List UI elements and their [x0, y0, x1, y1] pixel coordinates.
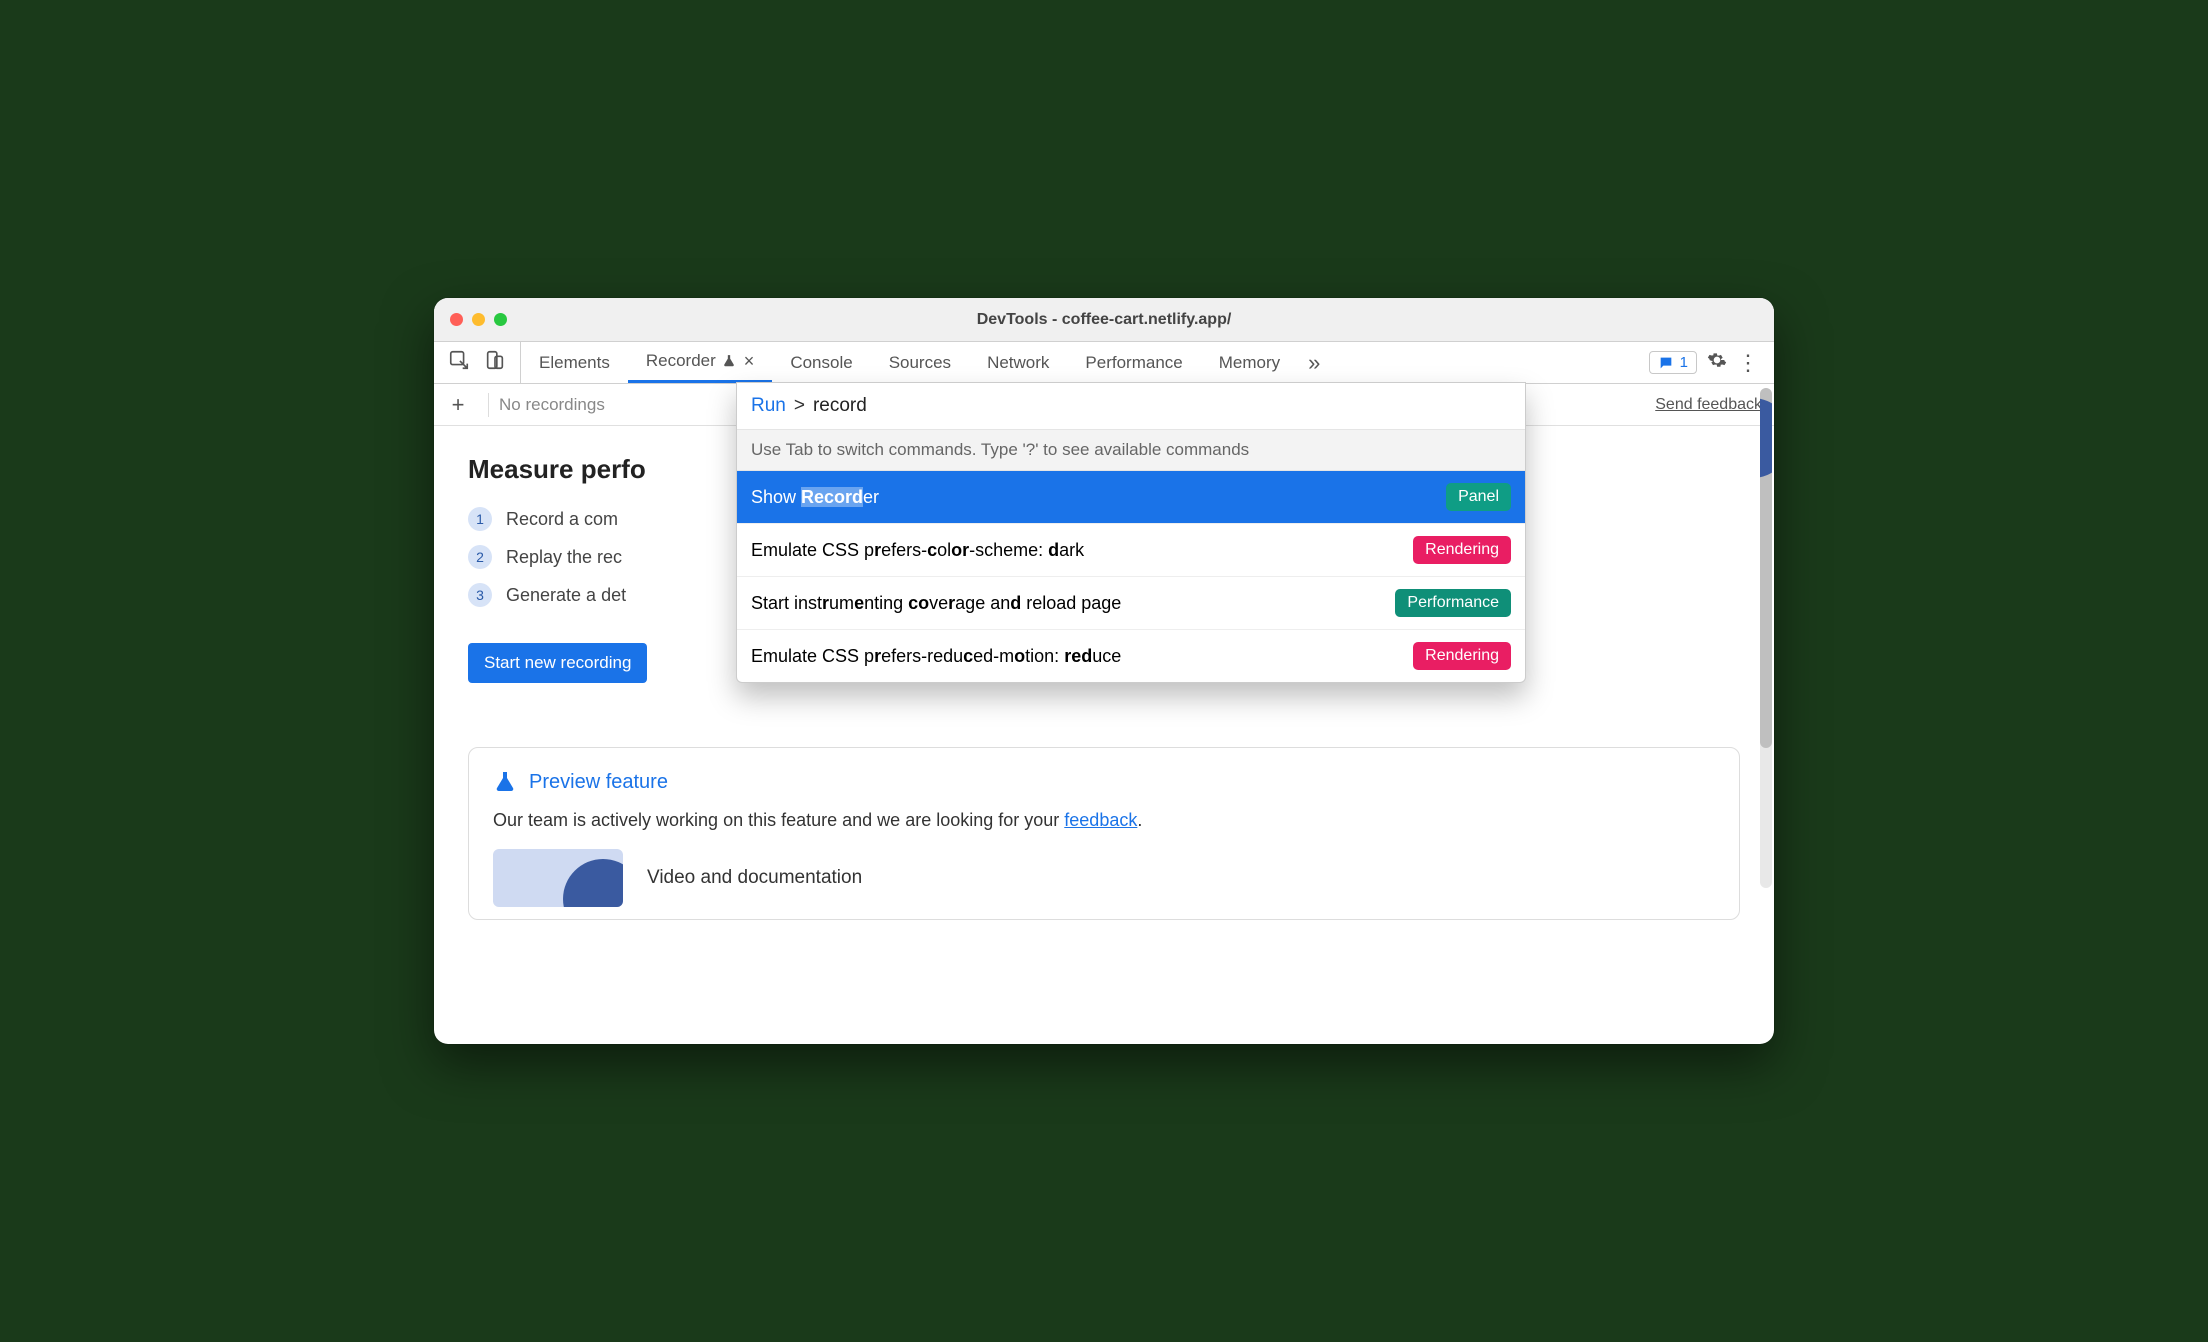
- zoom-window-icon[interactable]: [494, 313, 507, 326]
- preview-header: Preview feature: [493, 770, 1715, 794]
- window-title: DevTools - coffee-cart.netlify.app/: [434, 311, 1774, 329]
- command-hint: Use Tab to switch commands. Type '?' to …: [737, 429, 1525, 471]
- preview-body: Our team is actively working on this fea…: [493, 810, 1715, 831]
- more-icon[interactable]: ⋮: [1737, 350, 1760, 376]
- devtools-window: DevTools - coffee-cart.netlify.app/ Elem…: [434, 298, 1774, 1044]
- command-item-1[interactable]: Emulate CSS prefers-color-scheme: dark Re…: [737, 524, 1525, 577]
- command-item-label: Start instrumenting coverage and reload …: [751, 593, 1121, 614]
- device-toolbar-icon[interactable]: [484, 349, 506, 376]
- minimize-window-icon[interactable]: [472, 313, 485, 326]
- command-search-row[interactable]: Run > record: [737, 383, 1525, 429]
- flask-icon: [493, 770, 517, 794]
- command-run-label: Run: [751, 395, 786, 417]
- command-menu: Run > record Use Tab to switch commands. …: [736, 382, 1526, 683]
- command-item-0[interactable]: Show Recorder Panel: [737, 471, 1525, 524]
- tab-performance[interactable]: Performance: [1067, 342, 1200, 383]
- media-row: Video and documentation: [493, 849, 1715, 907]
- command-item-badge: Panel: [1446, 483, 1511, 511]
- video-thumbnail[interactable]: [493, 849, 623, 907]
- divider: [488, 393, 489, 417]
- tab-sources[interactable]: Sources: [871, 342, 969, 383]
- settings-icon[interactable]: [1707, 350, 1727, 375]
- scrollbar[interactable]: [1760, 388, 1772, 888]
- feedback-link[interactable]: feedback: [1064, 810, 1137, 830]
- inspect-tools: [434, 342, 521, 383]
- no-recordings-label: No recordings: [499, 395, 605, 415]
- command-item-label: Show Recorder: [751, 487, 879, 508]
- window-controls: [434, 313, 507, 326]
- tab-elements[interactable]: Elements: [521, 342, 628, 383]
- toolbar-right: 1 ⋮: [1649, 342, 1774, 383]
- inspect-element-icon[interactable]: [448, 349, 470, 376]
- tab-console[interactable]: Console: [772, 342, 870, 383]
- add-recording-icon[interactable]: +: [446, 392, 470, 418]
- command-item-badge: Performance: [1395, 589, 1511, 617]
- preview-feature-card: Preview feature Our team is actively wor…: [468, 747, 1740, 920]
- close-window-icon[interactable]: [450, 313, 463, 326]
- command-item-label: Emulate CSS prefers-color-scheme: dark: [751, 540, 1084, 561]
- panel-tabs: Elements Recorder × Console Sources Netw…: [521, 342, 1298, 383]
- command-item-2[interactable]: Start instrumenting coverage and reload …: [737, 577, 1525, 630]
- media-title: Video and documentation: [647, 867, 862, 889]
- tabs-overflow-icon[interactable]: »: [1298, 342, 1330, 383]
- issues-count: 1: [1680, 354, 1688, 371]
- command-item-badge: Rendering: [1413, 642, 1511, 670]
- tab-recorder[interactable]: Recorder ×: [628, 342, 772, 383]
- command-query: record: [813, 395, 867, 417]
- send-feedback-link[interactable]: Send feedback: [1655, 396, 1762, 414]
- tabstrip: Elements Recorder × Console Sources Netw…: [434, 342, 1774, 384]
- tab-network[interactable]: Network: [969, 342, 1067, 383]
- issues-button[interactable]: 1: [1649, 351, 1697, 374]
- start-recording-button[interactable]: Start new recording: [468, 643, 647, 683]
- command-item-3[interactable]: Emulate CSS prefers-reduced-motion: redu…: [737, 630, 1525, 682]
- tab-close-icon[interactable]: ×: [744, 352, 755, 370]
- flask-icon: [722, 354, 736, 368]
- command-prompt-prefix: >: [794, 395, 805, 417]
- preview-title: Preview feature: [529, 771, 668, 794]
- command-item-badge: Rendering: [1413, 536, 1511, 564]
- tab-memory[interactable]: Memory: [1201, 342, 1298, 383]
- chat-icon: [1658, 355, 1674, 371]
- command-item-label: Emulate CSS prefers-reduced-motion: redu…: [751, 646, 1121, 667]
- titlebar: DevTools - coffee-cart.netlify.app/: [434, 298, 1774, 342]
